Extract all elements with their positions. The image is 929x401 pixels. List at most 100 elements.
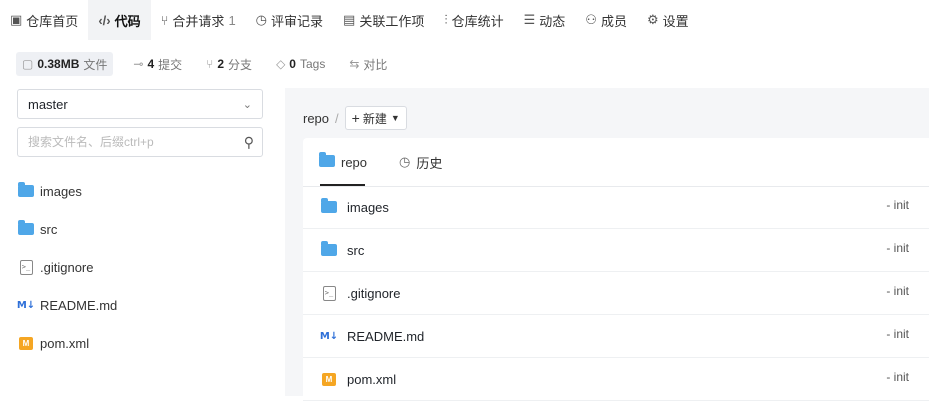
settings-icon: ⚙ (646, 12, 659, 27)
file-row-pom[interactable]: Mpom.xml - init (303, 358, 929, 401)
repo-home-icon: ▣ (10, 12, 23, 27)
markdown-icon: M↓ (319, 330, 339, 342)
nav-members[interactable]: ⚇ 成员 (575, 0, 637, 40)
nav-settings[interactable]: ⚙ 设置 (637, 0, 699, 40)
code-icon: ‹/› (98, 12, 111, 28)
file-name[interactable]: README.md (347, 329, 424, 344)
repo-top-nav: ▣ 仓库首页 ‹/› 代码 ⑂ 合并请求 1 ◷ 评审记录 ▤ 关联工作项 ⫶ 仓库统计 ☰ 动… (0, 0, 929, 40)
stat-branches[interactable]: ⑂ 2 分支 (202, 52, 256, 76)
nav-label: 合并请求 (172, 13, 225, 29)
file-list: images - init src - init >_ .gitignore - ini… (303, 186, 929, 401)
commit-message[interactable]: - init (886, 241, 909, 255)
file-row-readme[interactable]: M↓ README.md - init (303, 315, 929, 358)
stat-size[interactable]: ▢ 0.38MB 文件 (16, 52, 114, 76)
stat-size-label: 文件 (83, 57, 108, 72)
compare-icon: ⇆ (349, 57, 360, 71)
stat-tags[interactable]: ◇ 0 Tags (272, 52, 329, 76)
caret-down-icon: ▼ (390, 113, 400, 123)
nav-activity[interactable]: ☰ 动态 (514, 0, 576, 40)
file-row-gitignore[interactable]: >_ .gitignore - init (303, 272, 929, 315)
nav-work-items[interactable]: ▤ 关联工作项 (333, 0, 434, 40)
tag-icon: ◇ (276, 57, 286, 71)
tree-item-images[interactable]: images (18, 172, 264, 210)
tab-label: 历史 (416, 155, 443, 171)
members-icon: ⚇ (585, 12, 597, 27)
file-tree: images src >_ .gitignore M↓ README.md Mpom… (16, 172, 264, 362)
new-button[interactable]: + 新建 ▼ (344, 106, 407, 130)
tree-item-label: .gitignore (40, 259, 94, 275)
file-search-input[interactable] (26, 134, 244, 150)
branch-select[interactable]: master ⌄ (17, 89, 263, 119)
file-name[interactable]: images (347, 200, 389, 215)
tree-item-label: src (40, 221, 58, 237)
file-row-src[interactable]: src - init (303, 229, 929, 272)
breadcrumb-root[interactable]: repo (303, 111, 329, 126)
merge-request-count: 1 (228, 12, 236, 28)
nav-label: 关联工作项 (359, 13, 425, 29)
new-button-label: 新建 (362, 111, 387, 126)
nav-label: 设置 (662, 13, 689, 29)
tab-repo[interactable]: repo (303, 138, 383, 186)
branch-select-value: master (28, 96, 68, 112)
file-icon: >_ (18, 259, 34, 275)
repo-content-panel: repo / + 新建 ▼ repo ◷ 历史 images - init src - i… (285, 88, 929, 401)
nav-reviews[interactable]: ◷ 评审记录 (246, 0, 333, 40)
stat-commits[interactable]: ⊸ 4 提交 (129, 52, 186, 76)
tree-item-gitignore[interactable]: >_ .gitignore (18, 248, 264, 286)
stat-branches-value: 2 (217, 57, 225, 71)
work-item-icon: ▤ (343, 12, 356, 27)
tree-item-label: images (40, 183, 82, 199)
stat-compare[interactable]: ⇆ 对比 (345, 52, 391, 76)
stat-tags-label: Tags (299, 57, 326, 71)
content-tabs: repo ◷ 历史 (303, 138, 929, 187)
markdown-icon: M↓ (16, 299, 36, 311)
tab-history[interactable]: ◷ 历史 (383, 138, 458, 186)
commit-message[interactable]: - init (886, 284, 909, 298)
tab-label: repo (341, 154, 368, 170)
branch-icon: ⑂ (206, 57, 214, 71)
chevron-down-icon: ⌄ (242, 98, 252, 111)
xml-file-icon: M (18, 336, 34, 350)
folder-icon (319, 151, 335, 170)
folder-icon (321, 241, 337, 256)
stat-size-value: 0.38MB (37, 57, 80, 71)
file-name[interactable]: src (347, 243, 364, 258)
folder-icon (18, 220, 34, 235)
commit-message[interactable]: - init (886, 370, 909, 384)
folder-icon (18, 182, 34, 197)
stat-commits-value: 4 (147, 57, 155, 71)
nav-label: 代码 (114, 13, 141, 29)
nav-label: 仓库首页 (26, 13, 79, 29)
file-name[interactable]: pom.xml (347, 372, 396, 387)
search-icon[interactable]: ⚲ (244, 134, 254, 151)
stat-compare-label: 对比 (363, 57, 388, 72)
file-size-icon: ▢ (22, 57, 34, 71)
breadcrumb: repo / + 新建 ▼ (303, 106, 407, 130)
tree-item-pom[interactable]: Mpom.xml (18, 324, 264, 362)
nav-stats[interactable]: ⫶ 仓库统计 (434, 0, 513, 40)
file-row-images[interactable]: images - init (303, 186, 929, 229)
nav-merge-requests[interactable]: ⑂ 合并请求 1 (151, 0, 246, 40)
tree-item-src[interactable]: src (18, 210, 264, 248)
nav-label: 仓库统计 (451, 13, 504, 29)
xml-file-icon: M (321, 372, 337, 386)
nav-label: 动态 (539, 13, 566, 29)
file-icon: >_ (321, 285, 337, 301)
folder-icon (321, 198, 337, 213)
file-search: ⚲ (17, 127, 263, 157)
nav-repo-home[interactable]: ▣ 仓库首页 (0, 0, 88, 40)
stat-commits-label: 提交 (158, 57, 183, 72)
merge-request-icon: ⑂ (160, 12, 169, 28)
file-name[interactable]: .gitignore (347, 286, 400, 301)
commit-message[interactable]: - init (886, 198, 909, 212)
tree-item-readme[interactable]: M↓ README.md (16, 286, 264, 324)
history-icon: ◷ (399, 154, 411, 169)
nav-code[interactable]: ‹/› 代码 (88, 0, 151, 40)
tree-item-label: README.md (40, 297, 118, 313)
tree-item-label: pom.xml (40, 335, 90, 351)
stats-icon: ⫶ (444, 12, 448, 27)
stat-branches-label: 分支 (228, 57, 253, 72)
stat-tags-value: 0 (289, 57, 296, 71)
commit-message[interactable]: - init (886, 327, 909, 341)
nav-label: 成员 (600, 13, 627, 29)
